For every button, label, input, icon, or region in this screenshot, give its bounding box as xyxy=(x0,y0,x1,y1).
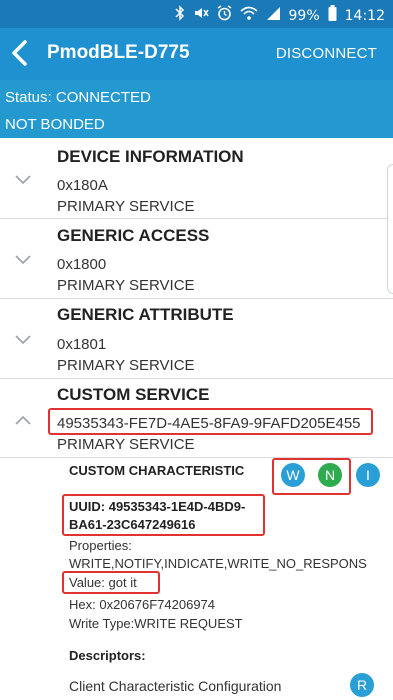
chevron-down-icon[interactable] xyxy=(14,334,32,346)
signal-icon xyxy=(266,5,281,26)
bond-status: NOT BONDED xyxy=(5,116,105,133)
scroll-indicator xyxy=(387,164,393,294)
service-type: PRIMARY SERVICE xyxy=(57,198,195,215)
write-type: Write Type:WRITE REQUEST xyxy=(69,616,243,631)
service-name: CUSTOM SERVICE xyxy=(57,385,210,404)
highlight-box xyxy=(48,408,373,435)
service-uuid: 0x1800 xyxy=(57,256,107,273)
service-uuid: 0x180A xyxy=(57,177,108,194)
clock-time: 14:12 xyxy=(344,7,385,24)
battery-icon xyxy=(328,5,337,26)
highlight-box xyxy=(62,571,160,594)
service-item-generic-attribute[interactable]: GENERIC ATTRIBUTE 0x1801 PRIMARY SERVICE xyxy=(0,299,393,379)
service-type: PRIMARY SERVICE xyxy=(57,277,195,294)
chevron-up-icon[interactable] xyxy=(14,414,32,426)
alarm-icon xyxy=(217,5,232,26)
chevron-down-icon[interactable] xyxy=(14,254,32,266)
bluetooth-icon xyxy=(174,5,185,26)
chevron-down-icon[interactable] xyxy=(14,174,32,186)
mute-icon xyxy=(193,5,209,26)
read-descriptor-button[interactable]: R xyxy=(350,673,374,697)
descriptors-label: Descriptors: xyxy=(69,648,146,663)
highlight-box xyxy=(62,494,265,536)
status-icons: 99% 14:12 xyxy=(174,5,385,26)
disconnect-button[interactable]: DISCONNECT xyxy=(276,45,377,62)
app-bar: PmodBLE-D775 DISCONNECT xyxy=(0,28,393,80)
device-title: PmodBLE-D775 xyxy=(47,42,190,63)
service-item-custom-service[interactable]: CUSTOM SERVICE 49535343-FE7D-4AE5-8FA9-9… xyxy=(0,379,393,458)
service-name: GENERIC ATTRIBUTE xyxy=(57,305,234,324)
service-uuid: 0x1801 xyxy=(57,336,107,353)
battery-percent: 99% xyxy=(288,7,320,24)
back-arrow-icon[interactable] xyxy=(8,38,32,68)
properties-label: Properties: xyxy=(69,538,132,553)
indicate-button[interactable]: I xyxy=(356,463,380,487)
connection-status: Status: CONNECTED xyxy=(5,89,151,106)
characteristic-detail: CUSTOM CHARACTERISTIC W N I UUID: 495353… xyxy=(0,458,393,700)
system-status-bar: 99% 14:12 xyxy=(0,0,393,28)
descriptor-name: Client Characteristic Configuration xyxy=(69,678,282,694)
service-name: GENERIC ACCESS xyxy=(57,226,210,245)
service-item-generic-access[interactable]: GENERIC ACCESS 0x1800 PRIMARY SERVICE xyxy=(0,219,393,299)
properties-value: WRITE,NOTIFY,INDICATE,WRITE_NO_RESPONS xyxy=(69,556,367,571)
service-type: PRIMARY SERVICE xyxy=(57,357,195,374)
service-name: DEVICE INFORMATION xyxy=(57,147,244,166)
highlight-box xyxy=(272,458,351,495)
characteristic-name: CUSTOM CHARACTERISTIC xyxy=(69,463,245,478)
wifi-icon xyxy=(239,5,258,26)
service-type: PRIMARY SERVICE xyxy=(57,436,195,453)
characteristic-hex: Hex: 0x20676F74206974 xyxy=(69,597,216,612)
service-item-device-information[interactable]: DEVICE INFORMATION 0x180A PRIMARY SERVIC… xyxy=(0,138,393,219)
connection-info-band: Status: CONNECTED NOT BONDED xyxy=(0,80,393,138)
